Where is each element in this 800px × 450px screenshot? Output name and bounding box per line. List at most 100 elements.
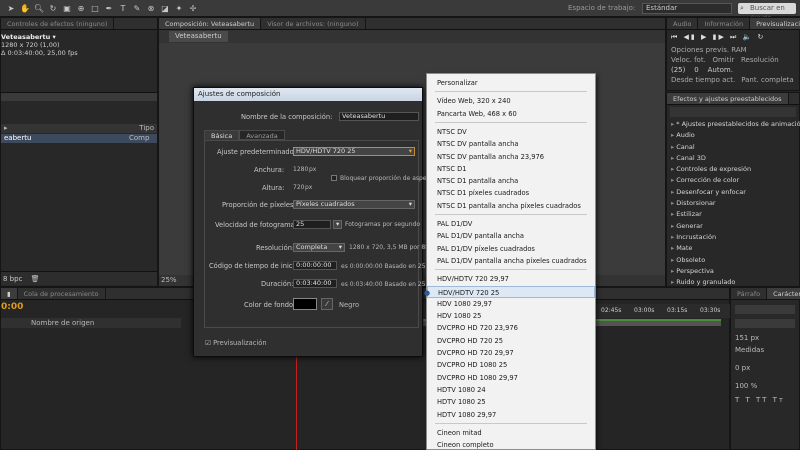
effects-category-item[interactable]: ▸ Audio [667,130,799,141]
tab-basic[interactable]: Básica [204,130,240,140]
font-size[interactable]: 151 px [731,332,799,344]
zoom-level[interactable]: 25% [161,276,177,284]
effects-category-item[interactable]: ▸ * Ajustes preestablecidos de animación [667,119,800,130]
rectangle-tool-icon[interactable]: □ [88,2,102,15]
preset-menu-item[interactable]: PAL D1/DV [427,218,595,230]
tab-preview[interactable]: Previsualización [750,18,800,29]
effects-category-item[interactable]: ▸ Canal [667,142,799,153]
preset-menu-item[interactable]: HDV 1080 29,97 [427,298,595,310]
preset-menu-item[interactable]: DVCPRO HD 1080 25 [427,359,595,371]
pan-behind-tool-icon[interactable]: ⊕ [74,2,88,15]
roto-tool-icon[interactable]: ✦ [172,2,186,15]
puppet-tool-icon[interactable]: ✢ [186,2,200,15]
preset-menu-item[interactable]: NTSC DV [427,126,595,138]
preset-menu-item[interactable]: Personalizar [427,77,595,89]
camera-tool-icon[interactable]: ▣ [60,2,74,15]
tab-file-viewer[interactable]: Visor de archivos: (ninguno) [261,18,366,29]
playback-controls[interactable]: ⏮ ◀▮ ▶ ▮▶ ⏭ 🔈 ↻ [667,30,799,45]
bg-color-swatch[interactable] [293,298,317,310]
current-time[interactable]: 0:00 [1,302,23,312]
tab-render-queue[interactable]: Cola de procesamiento [18,288,106,299]
lock-aspect-checkbox[interactable] [331,175,337,181]
preset-menu-item[interactable]: Cineon completo [427,439,595,450]
tab-paragraph[interactable]: Párrafo [731,288,768,299]
preset-menu-item[interactable]: NTSC D1 pantalla ancha píxeles cuadrados [427,200,595,212]
preset-select[interactable]: HDV/HDTV 720 25 ▾ [293,147,415,156]
start-timecode-input[interactable]: 0:00:00:00 [293,261,337,270]
preview-options-values[interactable]: (25) 0 Autom. [667,65,799,75]
preset-menu-item[interactable]: DVCPRO HD 720 23,976 [427,322,595,334]
par-select[interactable]: Píxeles cuadrados ▾ [293,200,415,209]
tab-character[interactable]: Carácter [767,288,800,299]
comp-subtab[interactable]: Veteasabertu [169,31,228,42]
preset-menu-item[interactable]: DVCPRO HD 720 29,97 [427,347,595,359]
effects-category-item[interactable]: ▸ Perspectiva [667,266,799,277]
full-screen-checkbox[interactable]: Pant. completa [741,76,794,84]
col-type[interactable]: Tipo [139,124,154,133]
effects-category-item[interactable]: ▸ Obsoleto [667,255,799,266]
project-search-input[interactable] [1,92,157,101]
hand-tool-icon[interactable]: ✋ [18,2,32,15]
effects-category-item[interactable]: ▸ Incrustación [667,232,799,243]
brush-tool-icon[interactable]: ✎ [130,2,144,15]
height-value[interactable]: 720 [293,184,304,191]
vertical-scale[interactable]: 100 % [731,374,799,392]
stroke-width[interactable]: 0 px [731,356,799,374]
preset-menu-item[interactable]: DVCPRO HD 720 25 [427,335,595,347]
tab-audio[interactable]: Audio [667,18,699,29]
preset-menu-item[interactable]: Cineon mitad [427,427,595,439]
col-source-name[interactable]: Nombre de origen [31,319,94,327]
zoom-tool-icon[interactable]: 🔍︎ [32,2,46,15]
duration-input[interactable]: 0:03:40:00 [293,279,337,288]
preset-menu-item[interactable]: HDV 1080 25 [427,310,595,322]
fps-dropdown[interactable]: ▾ [333,220,342,229]
ram-preview-options[interactable]: Opciones previs. RAM [667,45,799,55]
effects-category-item[interactable]: ▸ Estilizar [667,209,799,220]
bpc-badge[interactable]: 8 bpc [3,275,22,283]
eraser-tool-icon[interactable]: ◪ [158,2,172,15]
preset-menu-item[interactable]: DVCPRO HD 1080 29,97 [427,372,595,384]
eyedropper-icon[interactable]: ⁄ [321,298,333,310]
effects-category-item[interactable]: ▸ Generar [667,221,799,232]
effects-category-item[interactable]: ▸ Mate [667,243,799,254]
preset-menu-item[interactable]: HDTV 1080 29,97 [427,409,595,421]
effects-search-input[interactable] [670,107,796,117]
selection-tool-icon[interactable]: ➤ [4,2,18,15]
tab-composition[interactable]: Composición: Veteasabertu [159,18,262,29]
workspace-select[interactable]: Estándar [642,3,732,14]
tab-info[interactable]: Información [698,18,751,29]
preset-menu-item[interactable]: NTSC D1 píxeles cuadrados [427,187,595,199]
tab-effect-controls[interactable]: Controles de efectos (ninguno) [1,18,115,29]
tab-effects-presets[interactable]: Efectos y ajustes preestablecidos [667,93,789,104]
preset-menu-item[interactable]: HDTV 1080 24 [427,384,595,396]
effects-category-item[interactable]: ▸ Desenfocar y enfocar [667,187,799,198]
preset-menu-item[interactable]: NTSC DV pantalla ancha [427,138,595,150]
preset-menu-item[interactable]: PAL D1/DV píxeles cuadrados [427,243,595,255]
text-style-buttons[interactable]: T T TT Tт [731,392,799,408]
width-value[interactable]: 1280 [293,166,308,173]
effects-category-item[interactable]: ▸ Distorsionar [667,198,799,209]
preset-menu-item[interactable]: NTSC D1 [427,163,595,175]
resolution-select[interactable]: Completa ▾ [293,243,345,252]
rotate-tool-icon[interactable]: ↻ [46,2,60,15]
kerning[interactable]: Medidas [731,344,799,356]
preset-menu-item[interactable]: Vídeo Web, 320 x 240 [427,95,595,107]
help-search-input[interactable]: ⌕Buscar en Ayuda [738,3,796,22]
tab-timeline-comp[interactable]: ▮ [1,288,18,299]
preset-menu-item[interactable]: NTSC D1 pantalla ancha [427,175,595,187]
preset-menu-item[interactable]: HDV/HDTV 720 29,97 [427,273,595,285]
tab-advanced[interactable]: Avanzada [239,130,285,140]
font-style-select[interactable] [735,319,795,328]
comp-name-input[interactable]: Veteasabertu [339,112,419,121]
preset-menu-item[interactable]: HDTV 1080 25 [427,396,595,408]
comp-name[interactable]: Veteasabertu ▾ [1,33,157,41]
effects-category-item[interactable]: ▸ Canal 3D [667,153,799,164]
text-tool-icon[interactable]: T [116,2,130,15]
delete-icon[interactable]: 🗑︎ [31,275,40,283]
effects-category-item[interactable]: ▸ Corrección de color [667,175,799,186]
preset-menu-item[interactable]: ● HDV/HDTV 720 25 [424,285,595,298]
clone-tool-icon[interactable]: ⊗ [144,2,158,15]
effects-category-item[interactable]: ▸ Controles de expresión [667,164,799,175]
fps-input[interactable]: 25 [293,220,331,229]
preset-menu-item[interactable]: NTSC DV pantalla ancha 23,976 [427,151,595,163]
